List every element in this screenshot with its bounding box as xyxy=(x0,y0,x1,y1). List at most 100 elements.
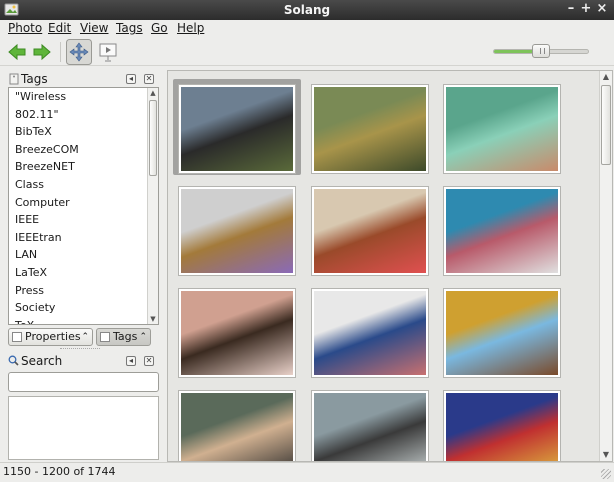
car-dashboard-road-image xyxy=(181,87,293,171)
tab-properties[interactable]: Properties ⌃ xyxy=(8,328,93,346)
status-bar: 1150 - 1200 of 1744 xyxy=(0,462,614,482)
photo-thumbnail[interactable] xyxy=(173,283,301,379)
tag-list-item[interactable]: Computer xyxy=(9,194,158,212)
photo-frame xyxy=(443,288,561,378)
toolbar xyxy=(0,38,614,66)
panel-float-icon[interactable]: ◂ xyxy=(126,356,136,366)
panel-splitter[interactable] xyxy=(60,348,100,351)
slideshow-icon[interactable] xyxy=(96,40,120,64)
photo-grid-scrollbar[interactable]: ▲ ▼ xyxy=(599,71,612,461)
photo-thumbnail[interactable] xyxy=(438,79,566,175)
menu-go[interactable]: Go xyxy=(151,21,168,35)
photo-thumbnail[interactable] xyxy=(306,283,434,379)
search-icon xyxy=(8,355,19,366)
menu-view[interactable]: View xyxy=(80,21,108,35)
photo-thumbnail[interactable] xyxy=(306,181,434,277)
tag-list-item[interactable]: IEEE xyxy=(9,211,158,229)
bulls-in-field-image xyxy=(314,87,426,171)
two-women-hug-image xyxy=(446,189,558,273)
two-old-women-image xyxy=(181,393,293,461)
photo-frame xyxy=(178,288,296,378)
maximize-icon[interactable]: + xyxy=(579,2,593,16)
photo-frame xyxy=(311,288,429,378)
close-icon[interactable]: × xyxy=(595,2,609,16)
tags-scrollbar[interactable]: ▲ ▼ xyxy=(147,88,158,324)
photo-frame xyxy=(443,84,561,174)
resize-grip-icon[interactable] xyxy=(601,469,611,479)
title-bar: Solang – + × xyxy=(0,0,614,20)
scroll-up-icon[interactable]: ▲ xyxy=(148,88,158,98)
colorful-deity-idol-image xyxy=(446,393,558,461)
photo-grid[interactable]: ▲ ▼ xyxy=(167,70,613,462)
search-results[interactable] xyxy=(8,396,159,460)
tags-panel-title: Tags xyxy=(21,72,48,86)
tag-list-item[interactable]: LAN xyxy=(9,246,158,264)
search-input[interactable] xyxy=(8,372,159,392)
tag-list-item[interactable]: 802.11" xyxy=(9,106,158,124)
tag-rows: "Wireless 802.11" BibTeX BreezeCOM BreezeNET… xyxy=(9,88,158,324)
window-title: Solang xyxy=(283,3,331,17)
scroll-down-icon[interactable]: ▼ xyxy=(148,314,158,324)
menu-edit[interactable]: Edit xyxy=(48,21,71,35)
browser-mode-icon[interactable] xyxy=(66,39,92,65)
menu-help[interactable]: Help xyxy=(177,21,204,35)
tags-scroll-thumb[interactable] xyxy=(149,100,157,176)
photo-thumbnail[interactable] xyxy=(306,79,434,175)
tag-list-item[interactable]: Society xyxy=(9,299,158,317)
photo-thumbnail[interactable] xyxy=(438,385,566,461)
photo-frame xyxy=(443,186,561,276)
group-of-women-image xyxy=(314,291,426,375)
temple-shrine-image xyxy=(314,189,426,273)
back-arrow-icon[interactable] xyxy=(5,40,29,64)
tag-list-item[interactable]: Class xyxy=(9,176,158,194)
photo-thumbnail[interactable] xyxy=(438,181,566,277)
toolbar-separator xyxy=(60,42,61,62)
panel-close-icon[interactable]: ✕ xyxy=(144,74,154,84)
panel-float-icon[interactable]: ◂ xyxy=(126,74,136,84)
menu-bar: Photo Edit View Tags Go Help xyxy=(0,20,614,38)
photo-grid-scroll-thumb[interactable] xyxy=(601,85,611,165)
panel-close-icon[interactable]: ✕ xyxy=(144,356,154,366)
woman-green-wall-image xyxy=(446,87,558,171)
tags-list[interactable]: "Wireless 802.11" BibTeX BreezeCOM BreezeNET… xyxy=(8,87,159,325)
tag-list-item[interactable]: Press xyxy=(9,282,158,300)
house-doorway-image xyxy=(446,291,558,375)
photo-thumbnail[interactable] xyxy=(306,385,434,461)
tag-icon xyxy=(9,73,19,85)
flower-vase-image xyxy=(181,189,293,273)
photo-thumbnail[interactable] xyxy=(173,79,301,175)
menu-tags[interactable]: Tags xyxy=(116,21,143,35)
photo-frame xyxy=(311,390,429,461)
photo-frame xyxy=(178,186,296,276)
scroll-up-icon[interactable]: ▲ xyxy=(600,71,612,83)
tab-tags-label: Tags xyxy=(113,330,138,343)
minimize-icon[interactable]: – xyxy=(564,2,578,16)
photo-thumbnail[interactable] xyxy=(173,385,301,461)
tab-tags[interactable]: Tags ⌃ xyxy=(96,328,151,346)
chevron-up-icon: ⌃ xyxy=(139,332,147,342)
status-text: 1150 - 1200 of 1744 xyxy=(3,465,116,478)
photo-thumbnail[interactable] xyxy=(173,181,301,277)
tag-list-item[interactable]: BreezeNET xyxy=(9,158,158,176)
photo-frame xyxy=(178,390,296,461)
photo-thumbnail[interactable] xyxy=(438,283,566,379)
menu-photo[interactable]: Photo xyxy=(8,21,42,35)
tag-list-item[interactable]: TeX xyxy=(9,317,158,324)
tag-list-item[interactable]: BibTeX xyxy=(9,123,158,141)
zoom-slider-handle[interactable] xyxy=(532,44,550,58)
tags-panel-header: Tags ◂ ✕ xyxy=(6,70,158,88)
tags-tab-icon xyxy=(100,332,110,342)
photo-frame xyxy=(311,186,429,276)
photo-frame xyxy=(311,84,429,174)
tag-list-item[interactable]: IEEEtran xyxy=(9,229,158,247)
photo-frame xyxy=(443,390,561,461)
tag-list-item[interactable]: BreezeCOM xyxy=(9,141,158,159)
properties-icon xyxy=(12,332,22,342)
tab-properties-label: Properties xyxy=(25,330,81,343)
search-panel-title: Search xyxy=(21,354,63,368)
tag-list-item[interactable]: LaTeX xyxy=(9,264,158,282)
forward-arrow-icon[interactable] xyxy=(30,40,54,64)
scroll-down-icon[interactable]: ▼ xyxy=(600,449,612,461)
woman-portrait-image xyxy=(181,291,293,375)
tag-list-item[interactable]: "Wireless xyxy=(9,88,158,106)
